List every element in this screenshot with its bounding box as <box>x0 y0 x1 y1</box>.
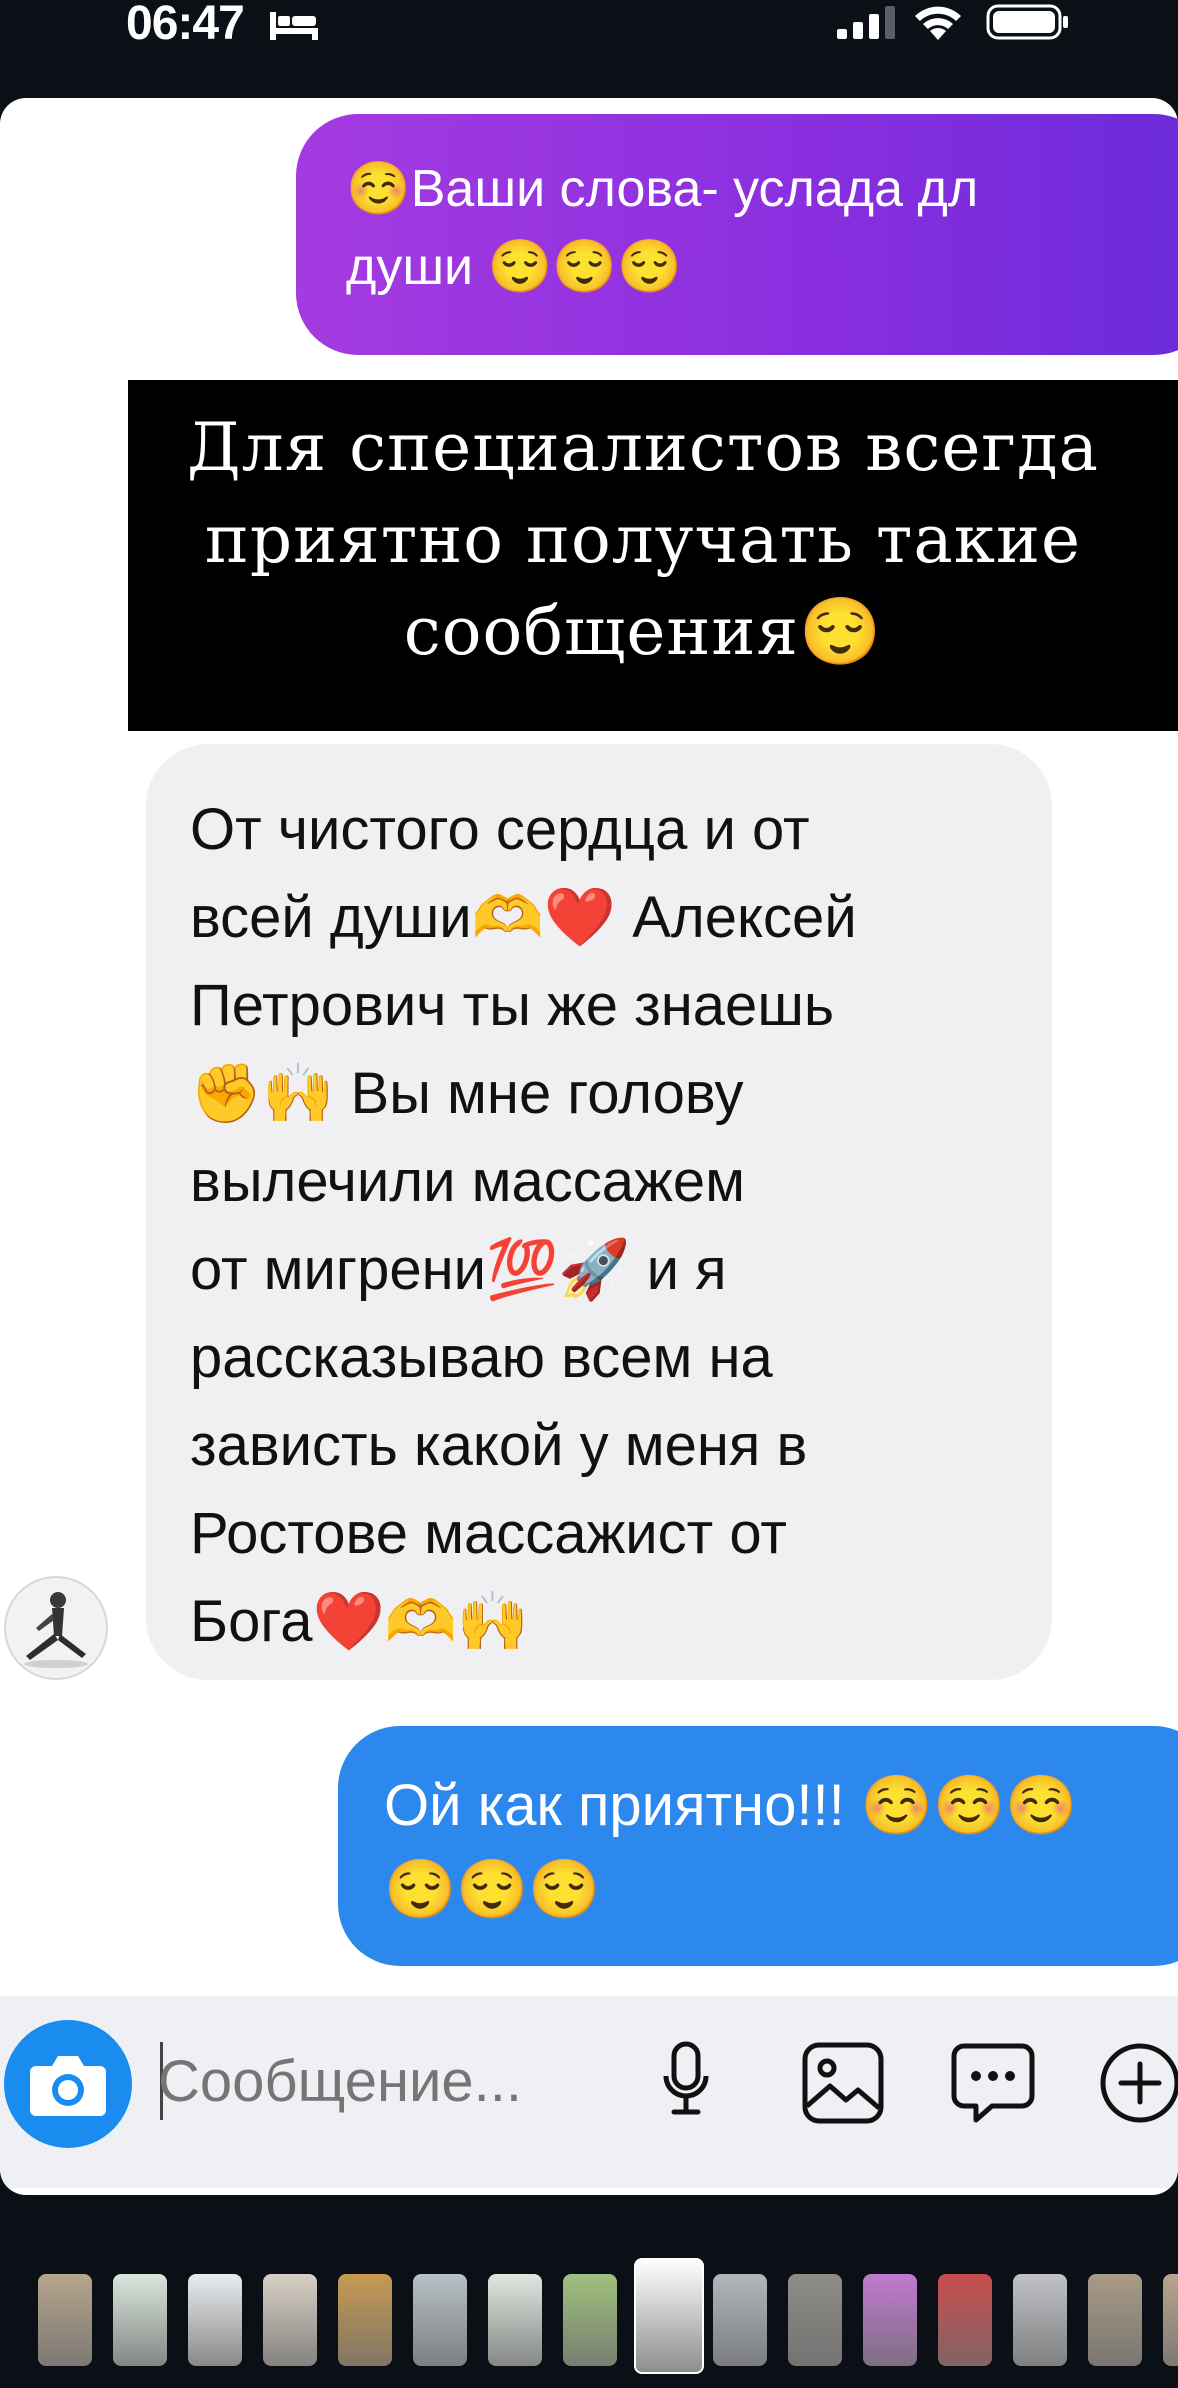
incoming-line: рассказываю всем на <box>190 1325 773 1390</box>
incoming-line: Бога❤️🫶🙌 <box>190 1589 530 1654</box>
microphone-icon[interactable] <box>662 2040 710 2126</box>
incoming-line: От чистого сердца и от <box>190 797 810 862</box>
message-composer <box>0 1996 1178 2188</box>
story-thumbnail[interactable] <box>563 2274 617 2366</box>
incoming-line: всей души🫶❤️ Алексей <box>190 885 857 950</box>
story-thumbnail[interactable] <box>1088 2274 1142 2366</box>
incoming-message-1[interactable]: От чистого сердца и от всей души🫶❤️ Алек… <box>146 744 1052 1680</box>
bed-icon <box>270 12 318 40</box>
plus-circle-icon[interactable] <box>1098 2040 1178 2126</box>
sticker-chat-icon[interactable] <box>950 2040 1036 2126</box>
gallery-icon[interactable] <box>800 2040 886 2126</box>
battery-icon <box>986 4 1068 40</box>
avatar-figure-icon <box>24 1592 88 1668</box>
outgoing-message-2-line2: 😌😌😌 <box>384 1857 601 1922</box>
status-bar: 06:47 <box>0 0 1178 98</box>
chat-panel: ☺️Ваши слова- услада дл души 😌😌😌 Для спе… <box>0 98 1178 2195</box>
overlay-caption: Для специалистов всегда приятно получать… <box>128 380 1178 731</box>
incoming-line: зависть какой у меня в <box>190 1413 808 1478</box>
thumbnail-strip <box>0 2258 1178 2388</box>
signal-icon <box>837 6 895 39</box>
status-time: 06:47 <box>126 0 245 50</box>
overlay-caption-line1: Для специалистов всегда <box>186 409 1099 486</box>
story-thumbnail[interactable] <box>1013 2274 1067 2366</box>
story-thumbnail[interactable] <box>788 2274 842 2366</box>
outgoing-message-2-line1: Ой как приятно!!! ☺️☺️☺️ <box>384 1773 1078 1838</box>
story-thumbnail[interactable] <box>188 2274 242 2366</box>
story-thumbnail[interactable] <box>38 2274 92 2366</box>
story-thumbnail[interactable] <box>1163 2274 1178 2366</box>
story-thumbnail[interactable] <box>938 2274 992 2366</box>
incoming-line: от мигрени💯🚀 и я <box>190 1237 727 1302</box>
message-input[interactable] <box>158 2036 638 2126</box>
story-thumbnail[interactable] <box>113 2274 167 2366</box>
story-thumbnail[interactable] <box>263 2274 317 2366</box>
outgoing-message-2[interactable]: Ой как приятно!!! ☺️☺️☺️ 😌😌😌 <box>338 1726 1178 1966</box>
camera-icon <box>30 2056 106 2116</box>
outgoing-message-1[interactable]: ☺️Ваши слова- услада дл души 😌😌😌 <box>296 114 1178 355</box>
story-thumbnail[interactable] <box>634 2258 704 2374</box>
wifi-icon <box>915 6 961 40</box>
outgoing-message-1-line2: души 😌😌😌 <box>346 238 682 296</box>
story-thumbnail[interactable] <box>413 2274 467 2366</box>
camera-button[interactable] <box>4 2020 132 2148</box>
incoming-line: вылечили массажем <box>190 1149 745 1214</box>
incoming-line: Ростове массажист от <box>190 1501 787 1566</box>
incoming-line: Петрович ты же знаешь <box>190 973 835 1038</box>
story-thumbnail[interactable] <box>338 2274 392 2366</box>
story-thumbnail[interactable] <box>863 2274 917 2366</box>
sender-avatar[interactable] <box>4 1576 108 1680</box>
story-thumbnail[interactable] <box>713 2274 767 2366</box>
overlay-caption-line3: сообщения😌 <box>403 593 883 670</box>
outgoing-message-1-line1: ☺️Ваши слова- услада дл <box>346 160 979 218</box>
overlay-caption-line2: приятно получать такие <box>204 501 1082 578</box>
incoming-line: ✊🙌 Вы мне голову <box>190 1061 744 1126</box>
story-thumbnail[interactable] <box>488 2274 542 2366</box>
